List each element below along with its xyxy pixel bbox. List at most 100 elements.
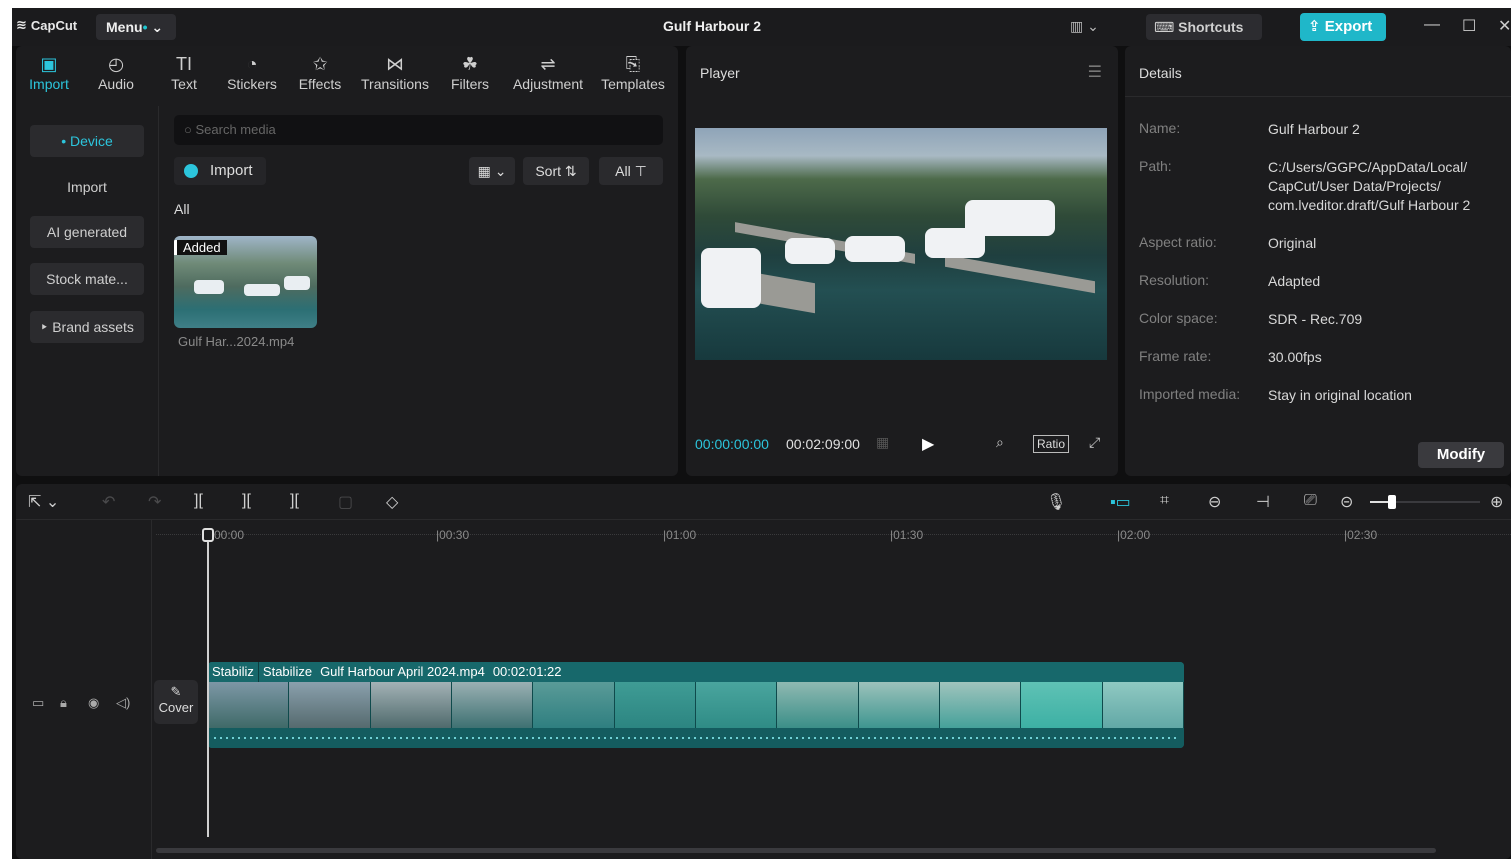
- chevron-down-icon: ⌄: [494, 163, 507, 179]
- delete-icon[interactable]: ▢: [338, 492, 353, 512]
- sort-button[interactable]: Sort ⇅: [523, 157, 589, 185]
- track-video-icon[interactable]: ▭: [32, 695, 44, 711]
- media-filename: Gulf Har...2024.mp4: [178, 334, 295, 349]
- tab-label: Stickers: [227, 76, 277, 92]
- speaker-icon[interactable]: ◁): [116, 695, 130, 711]
- cover-button[interactable]: ✎ Cover: [154, 680, 198, 724]
- preview-axis-icon[interactable]: ⊣: [1256, 492, 1270, 512]
- tab-adjustment[interactable]: ⇌ Adjustment: [504, 46, 592, 106]
- hamburger-menu-icon[interactable]: ☰: [1088, 62, 1102, 82]
- media-panel: ▣ Import ◴ Audio TI Text ◔ Stickers ✩ Effects…: [16, 46, 678, 476]
- filter-all-button[interactable]: All ⊤: [599, 157, 663, 185]
- marker-icon[interactable]: ◇: [386, 492, 398, 512]
- menu-dot: •: [142, 19, 148, 35]
- view-toggle[interactable]: ▦ ⌄: [469, 157, 515, 185]
- thumb-boat: [244, 284, 280, 296]
- sidebar-item-import[interactable]: Import: [30, 171, 144, 203]
- play-button[interactable]: ▶: [922, 434, 934, 454]
- modify-button[interactable]: Modify: [1418, 442, 1504, 468]
- tab-audio[interactable]: ◴ Audio: [82, 46, 150, 106]
- horizontal-scrollbar[interactable]: [156, 848, 1436, 853]
- sidebar-item-brand-assets[interactable]: ‣ Brand assets: [30, 311, 144, 343]
- search-input[interactable]: ○ Search media: [174, 115, 663, 145]
- delete-right-icon[interactable]: ][: [290, 492, 299, 510]
- playhead[interactable]: [207, 530, 209, 837]
- clip-frame: [208, 682, 290, 728]
- tab-filters[interactable]: ☘ Filters: [436, 46, 504, 106]
- media-thumbnail[interactable]: Added: [174, 236, 317, 328]
- linkage-icon[interactable]: ⊖: [1208, 492, 1221, 512]
- sidebar-item-ai-generated[interactable]: AI generated: [30, 216, 144, 248]
- auto-snap-icon[interactable]: ⌗: [1160, 492, 1169, 510]
- app-brand: CapCut: [30, 17, 78, 33]
- project-title: Gulf Harbour 2: [662, 18, 761, 34]
- tab-transitions[interactable]: ⋈ Transitions: [354, 46, 436, 106]
- clip-frames: [208, 682, 1184, 728]
- detail-key: Name:: [1139, 120, 1181, 136]
- tab-text[interactable]: TI Text: [150, 46, 218, 106]
- tab-templates[interactable]: ⎘ Templates: [592, 46, 674, 106]
- shortcuts-button[interactable]: ⌨ Shortcuts: [1146, 14, 1262, 40]
- microphone-icon[interactable]: 🎙: [1046, 492, 1066, 512]
- media-sidebar: • Device Import AI generated Stock mate.…: [16, 106, 159, 476]
- capcut-logo-icon: ≋: [16, 17, 27, 32]
- detail-key: Aspect ratio:: [1139, 234, 1217, 250]
- lock-icon[interactable]: 🔒︎: [60, 695, 67, 711]
- minimize-icon[interactable]: —: [1424, 16, 1440, 34]
- zoom-slider[interactable]: [1370, 495, 1480, 509]
- caption-icon[interactable]: ⎚: [1304, 492, 1317, 510]
- close-icon[interactable]: ✕: [1498, 16, 1511, 36]
- tab-stickers[interactable]: ◔ Stickers: [218, 46, 286, 106]
- sidebar-item-label: Brand assets: [52, 319, 134, 335]
- ruler-tick: |00:30: [436, 528, 470, 542]
- clip-frame: [695, 682, 778, 728]
- zoom-fit-icon[interactable]: ⌕: [996, 434, 1004, 451]
- ratio-button[interactable]: Ratio: [1033, 435, 1070, 453]
- main-track-magnet-icon[interactable]: ▪▭: [1110, 492, 1131, 512]
- select-cursor-icon[interactable]: ⇱ ⌄: [28, 492, 59, 512]
- tab-label: Templates: [601, 76, 665, 92]
- ruler-tick: |02:30: [1344, 528, 1378, 542]
- zoom-in-icon[interactable]: ⊕: [1490, 492, 1503, 512]
- divider: [1125, 96, 1511, 97]
- video-boat: [785, 238, 835, 264]
- tool-tabs: ▣ Import ◴ Audio TI Text ◔ Stickers ✩ Effects…: [16, 46, 678, 106]
- clip-filename: Gulf Harbour April 2024.mp4: [320, 664, 485, 679]
- undo-icon[interactable]: ↶: [102, 492, 115, 512]
- export-button[interactable]: ⇪ Export: [1300, 13, 1386, 41]
- redo-icon[interactable]: ↷: [148, 492, 161, 512]
- search-placeholder: Search media: [195, 122, 276, 137]
- clip-frame: [1102, 682, 1184, 728]
- video-preview: [695, 128, 1107, 360]
- tab-label: Import: [29, 76, 69, 92]
- fullscreen-icon[interactable]: ⤢: [1089, 434, 1100, 451]
- video-clip[interactable]: Stabiliz Stabilize Gulf Harbour April 20…: [208, 662, 1184, 748]
- search-icon: ○: [184, 122, 192, 137]
- tab-import[interactable]: ▣ Import: [16, 46, 82, 106]
- filters-icon: ☘: [461, 54, 479, 74]
- player-panel: Player ☰ 00:00:00:00 00:02:09:00 ▦ ▶ ⌕ R…: [686, 46, 1118, 476]
- eye-icon[interactable]: ◉: [88, 695, 99, 711]
- maximize-icon[interactable]: ☐: [1462, 16, 1476, 36]
- sidebar-item-stock-material[interactable]: Stock mate...: [30, 263, 144, 295]
- layout-icon[interactable]: ▥ ⌄: [1070, 18, 1099, 35]
- clip-header: Stabiliz Stabilize Gulf Harbour April 20…: [208, 662, 1184, 682]
- sidebar-item-device[interactable]: • Device: [30, 125, 144, 157]
- sidebar-item-label: Device: [70, 133, 113, 149]
- clip-effect-label: Stabiliz: [208, 662, 259, 682]
- chevron-down-icon: ⌄: [151, 19, 164, 35]
- split-icon[interactable]: ][: [194, 492, 203, 510]
- audio-icon: ◴: [108, 54, 124, 74]
- playhead-handle[interactable]: [202, 528, 214, 542]
- clip-duration: 00:02:01:22: [492, 664, 562, 679]
- effects-icon: ✩: [312, 54, 328, 74]
- menu-button[interactable]: Menu• ⌄: [96, 14, 176, 40]
- import-button[interactable]: Import: [174, 157, 266, 185]
- zoom-out-icon[interactable]: ⊝: [1340, 492, 1353, 512]
- tab-effects[interactable]: ✩ Effects: [286, 46, 354, 106]
- delete-left-icon[interactable]: ][: [242, 492, 251, 510]
- zoom-handle[interactable]: [1388, 495, 1396, 509]
- timecode-grid-icon[interactable]: ▦: [876, 434, 889, 451]
- detail-key: Frame rate:: [1139, 348, 1212, 364]
- tab-label: Transitions: [361, 76, 429, 92]
